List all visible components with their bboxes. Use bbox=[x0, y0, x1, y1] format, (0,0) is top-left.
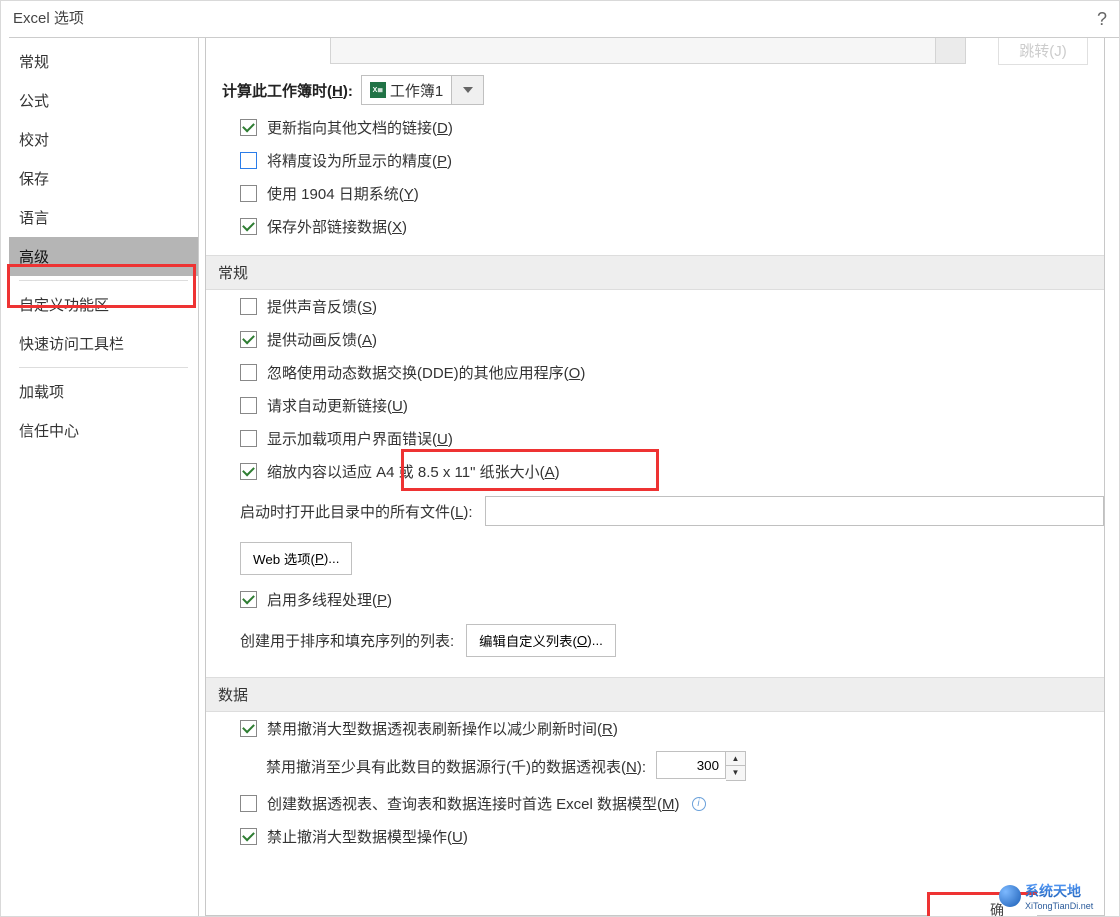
option-label: 提供动画反馈(A) bbox=[267, 329, 377, 350]
checkbox[interactable] bbox=[240, 364, 257, 381]
checkbox[interactable] bbox=[240, 463, 257, 480]
startup-folder-row: 启动时打开此目录中的所有文件(L): bbox=[206, 488, 1104, 534]
sidebar-item-addins[interactable]: 加载项 bbox=[9, 372, 198, 411]
sortlist-label: 创建用于排序和填充序列的列表: bbox=[240, 630, 454, 651]
undo-threshold-row: 禁用撤消至少具有此数目的数据源行(千)的数据透视表(N): ▲ ▼ bbox=[206, 745, 1104, 787]
excel-options-window: Excel 选项 ? 常规 公式 校对 保存 语言 高级 自定义功能区 快速访问… bbox=[0, 0, 1120, 917]
option-label: 将精度设为所显示的精度(P) bbox=[267, 150, 452, 171]
titlebar: Excel 选项 ? bbox=[1, 1, 1119, 37]
sidebar: 常规 公式 校对 保存 语言 高级 自定义功能区 快速访问工具栏 加载项 信任中… bbox=[9, 37, 199, 916]
edit-custom-lists-button[interactable]: 编辑自定义列表(O)... bbox=[466, 624, 616, 657]
checkbox[interactable] bbox=[240, 795, 257, 812]
calc-workbook-label: 计算此工作簿时(H): bbox=[222, 80, 353, 101]
option-label: 创建数据透视表、查询表和数据连接时首选 Excel 数据模型(M) bbox=[267, 793, 680, 814]
disabled-jump-button: 跳转(J) bbox=[998, 37, 1088, 65]
sidebar-item-trust-center[interactable]: 信任中心 bbox=[9, 411, 198, 450]
sidebar-item-qat[interactable]: 快速访问工具栏 bbox=[9, 324, 198, 363]
spin-up-icon[interactable]: ▲ bbox=[726, 752, 745, 766]
opt-1904[interactable]: 使用 1904 日期系统(Y) bbox=[206, 177, 1104, 210]
undo-threshold-input[interactable] bbox=[656, 751, 726, 779]
undo-threshold-label: 禁用撤消至少具有此数目的数据源行(千)的数据透视表(N): bbox=[266, 756, 646, 777]
workbook-dropdown[interactable]: X≣ 工作簿1 bbox=[361, 75, 484, 105]
calc-workbook-row: 计算此工作簿时(H): X≣ 工作簿1 bbox=[206, 69, 1104, 111]
option-label: 启用多线程处理(P) bbox=[267, 589, 392, 610]
checkbox[interactable] bbox=[240, 298, 257, 315]
startup-folder-label: 启动时打开此目录中的所有文件(L): bbox=[240, 501, 473, 522]
content-pane[interactable]: 跳转(J) 计算此工作簿时(H): X≣ 工作簿1 bbox=[205, 37, 1105, 916]
sidebar-item-customize-ribbon[interactable]: 自定义功能区 bbox=[9, 285, 198, 324]
checkbox[interactable] bbox=[240, 119, 257, 136]
opt-disable-undo-pivot[interactable]: 禁用撤消大型数据透视表刷新操作以减少刷新时间(R) bbox=[206, 712, 1104, 745]
checkbox[interactable] bbox=[240, 185, 257, 202]
opt-multithread[interactable]: 启用多线程处理(P) bbox=[206, 583, 1104, 616]
option-label: 禁用撤消大型数据透视表刷新操作以减少刷新时间(R) bbox=[267, 718, 618, 739]
opt-scale-a4[interactable]: 缩放内容以适应 A4 或 8.5 x 11" 纸张大小(A) bbox=[206, 455, 1104, 488]
checkbox[interactable] bbox=[240, 591, 257, 608]
option-label: 禁止撤消大型数据模型操作(U) bbox=[267, 826, 468, 847]
help-icon[interactable]: ? bbox=[1097, 1, 1107, 37]
opt-precision[interactable]: 将精度设为所显示的精度(P) bbox=[206, 144, 1104, 177]
workbook-dropdown-value: 工作簿1 bbox=[390, 80, 443, 101]
opt-ask-update-links[interactable]: 请求自动更新链接(U) bbox=[206, 389, 1104, 422]
opt-update-links[interactable]: 更新指向其他文档的链接(D) bbox=[206, 111, 1104, 144]
disabled-input-button bbox=[936, 37, 966, 64]
group-header-general: 常规 bbox=[206, 255, 1104, 290]
opt-prefer-datamodel[interactable]: 创建数据透视表、查询表和数据连接时首选 Excel 数据模型(M) i bbox=[206, 787, 1104, 820]
truncated-top-row: 跳转(J) bbox=[206, 37, 1104, 69]
opt-addin-ui-errors[interactable]: 显示加载项用户界面错误(U) bbox=[206, 422, 1104, 455]
option-label: 缩放内容以适应 A4 或 8.5 x 11" 纸张大小(A) bbox=[267, 461, 560, 482]
sidebar-item-language[interactable]: 语言 bbox=[9, 198, 198, 237]
sidebar-item-proofing[interactable]: 校对 bbox=[9, 120, 198, 159]
option-label: 使用 1904 日期系统(Y) bbox=[267, 183, 419, 204]
sidebar-item-general[interactable]: 常规 bbox=[9, 42, 198, 81]
option-label: 显示加载项用户界面错误(U) bbox=[267, 428, 453, 449]
excel-icon: X≣ bbox=[370, 82, 386, 98]
option-label: 提供声音反馈(S) bbox=[267, 296, 377, 317]
checkbox[interactable] bbox=[240, 152, 257, 169]
sidebar-item-advanced[interactable]: 高级 bbox=[9, 237, 198, 276]
info-icon[interactable]: i bbox=[692, 797, 706, 811]
opt-sound[interactable]: 提供声音反馈(S) bbox=[206, 290, 1104, 323]
opt-save-external[interactable]: 保存外部链接数据(X) bbox=[206, 210, 1104, 243]
undo-threshold-spinner[interactable]: ▲ ▼ bbox=[656, 751, 746, 781]
opt-ignore-dde[interactable]: 忽略使用动态数据交换(DDE)的其他应用程序(O) bbox=[206, 356, 1104, 389]
web-options-button[interactable]: Web 选项(P)... bbox=[240, 542, 352, 575]
opt-animation[interactable]: 提供动画反馈(A) bbox=[206, 323, 1104, 356]
spin-down-icon[interactable]: ▼ bbox=[726, 766, 745, 780]
window-title: Excel 选项 bbox=[13, 1, 84, 37]
sidebar-item-save[interactable]: 保存 bbox=[9, 159, 198, 198]
chevron-down-icon[interactable] bbox=[452, 75, 484, 105]
ok-button-partial[interactable]: 确 bbox=[927, 892, 1037, 917]
option-label: 请求自动更新链接(U) bbox=[267, 395, 408, 416]
checkbox[interactable] bbox=[240, 720, 257, 737]
disabled-input bbox=[330, 37, 936, 64]
checkbox[interactable] bbox=[240, 430, 257, 447]
checkbox[interactable] bbox=[240, 397, 257, 414]
startup-folder-input[interactable] bbox=[485, 496, 1104, 526]
checkbox[interactable] bbox=[240, 828, 257, 845]
option-label: 忽略使用动态数据交换(DDE)的其他应用程序(O) bbox=[267, 362, 585, 383]
sidebar-item-formulas[interactable]: 公式 bbox=[9, 81, 198, 120]
opt-disallow-undo-datamodel[interactable]: 禁止撤消大型数据模型操作(U) bbox=[206, 820, 1104, 853]
group-header-data: 数据 bbox=[206, 677, 1104, 712]
checkbox[interactable] bbox=[240, 218, 257, 235]
sortlist-row: 创建用于排序和填充序列的列表: 编辑自定义列表(O)... bbox=[206, 616, 1104, 665]
option-label: 更新指向其他文档的链接(D) bbox=[267, 117, 453, 138]
checkbox[interactable] bbox=[240, 331, 257, 348]
option-label: 保存外部链接数据(X) bbox=[267, 216, 407, 237]
